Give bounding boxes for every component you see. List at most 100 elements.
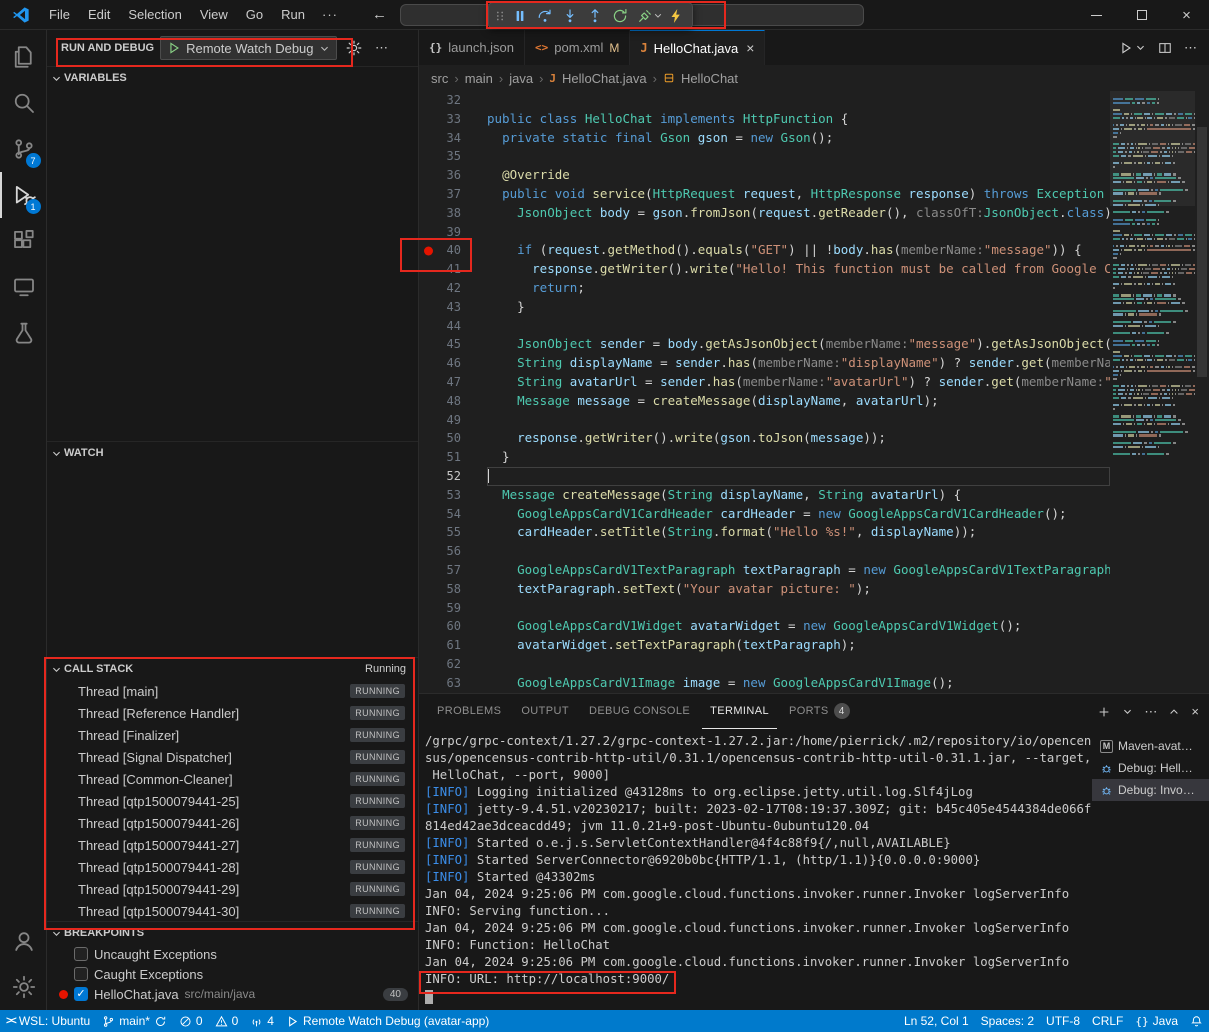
code-line-35[interactable]: 35 (419, 147, 1110, 166)
gutter-line-35[interactable]: 35 (419, 147, 487, 166)
status-4[interactable]: 4 (244, 1010, 280, 1032)
code-line-54[interactable]: 54 GoogleAppsCardV1CardHeader cardHeader… (419, 505, 1110, 524)
code-text[interactable]: JsonObject body = gson.fromJson(request.… (487, 204, 1110, 223)
callstack-section-header[interactable]: CALL STACK Running (47, 658, 418, 680)
code-line-56[interactable]: 56 (419, 542, 1110, 561)
maximize-button[interactable] (1119, 0, 1164, 30)
editor-scrollbar[interactable] (1195, 91, 1209, 693)
gutter-line-45[interactable]: 45 (419, 335, 487, 354)
code-line-46[interactable]: 46 String displayName = sender.has(membe… (419, 354, 1110, 373)
gutter-line-54[interactable]: 54 (419, 505, 487, 524)
gutter-line-46[interactable]: 46 (419, 354, 487, 373)
gutter-line-43[interactable]: 43 (419, 298, 487, 317)
terminal-list-item[interactable]: MMaven-avat… (1092, 735, 1209, 757)
code-text[interactable]: String displayName = sender.has(memberNa… (487, 354, 1110, 373)
panel-tab-ports[interactable]: PORTS4 (781, 694, 858, 729)
menu-edit[interactable]: Edit (79, 7, 119, 22)
status-0[interactable]: 0 (173, 1010, 209, 1032)
code-text[interactable]: public class HelloChat implements HttpFu… (487, 110, 1110, 129)
gutter-line-48[interactable]: 48 (419, 392, 487, 411)
gutter-line-37[interactable]: 37 (419, 185, 487, 204)
callstack-thread-row[interactable]: Thread [Common-Cleaner]RUNNING (47, 768, 418, 790)
code-line-59[interactable]: 59 (419, 599, 1110, 618)
code-line-61[interactable]: 61 avatarWidget.setTextParagraph(textPar… (419, 636, 1110, 655)
gutter-line-38[interactable]: 38 (419, 204, 487, 223)
terminal-profile-chevron-icon[interactable] (1122, 706, 1133, 717)
terminal-list-item[interactable]: Debug: Invo… (1092, 779, 1209, 801)
menu-selection[interactable]: Selection (119, 7, 190, 22)
status-wsl-ubuntu[interactable]: ><WSL: Ubuntu (0, 1010, 96, 1032)
code-text[interactable]: avatarWidget.setTextParagraph(textParagr… (487, 636, 1110, 655)
panel-tab-debug-console[interactable]: DEBUG CONSOLE (581, 694, 698, 729)
gutter-line-49[interactable]: 49 (419, 411, 487, 430)
breakpoints-section-header[interactable]: BREAKPOINTS (47, 922, 418, 944)
breakpoint-checkbox[interactable] (74, 947, 88, 961)
editor-tab-launch-json[interactable]: {}launch.json (419, 30, 525, 65)
activity-accounts[interactable] (0, 918, 47, 964)
code-text[interactable]: cardHeader.setTitle(String.format("Hello… (487, 523, 1110, 542)
callstack-thread-row[interactable]: Thread [qtp1500079441-30]RUNNING (47, 900, 418, 921)
menu-file[interactable]: File (40, 7, 79, 22)
activity-remote-explorer[interactable] (0, 264, 47, 310)
code-text[interactable]: textParagraph.setText("Your avatar pictu… (487, 580, 1110, 599)
watch-section-header[interactable]: WATCH (47, 442, 418, 464)
gutter-line-63[interactable]: 63 (419, 674, 487, 693)
breadcrumb-item[interactable]: HelloChat.java (562, 71, 647, 86)
chevron-down-icon[interactable] (653, 10, 663, 21)
status-utf-8[interactable]: UTF-8 (1040, 1010, 1086, 1032)
gutter-line-60[interactable]: 60 (419, 617, 487, 636)
split-editor-icon[interactable] (1158, 41, 1172, 55)
step-into-button[interactable] (557, 4, 582, 28)
code-lines[interactable]: 3233public class HelloChat implements Ht… (419, 91, 1110, 693)
code-line-57[interactable]: 57 GoogleAppsCardV1TextParagraph textPar… (419, 561, 1110, 580)
code-line-39[interactable]: 39 (419, 223, 1110, 242)
code-line-62[interactable]: 62 (419, 655, 1110, 674)
code-text[interactable] (487, 223, 1110, 242)
scrollbar-slider[interactable] (1197, 127, 1207, 377)
gutter-line-52[interactable]: 52 (419, 467, 487, 486)
code-line-33[interactable]: 33public class HelloChat implements Http… (419, 110, 1110, 129)
gutter-line-62[interactable]: 62 (419, 655, 487, 674)
gutter-line-42[interactable]: 42 (419, 279, 487, 298)
code-text[interactable]: Message createMessage(String displayName… (487, 486, 1110, 505)
minimap[interactable] (1110, 91, 1195, 693)
callstack-thread-row[interactable]: Thread [qtp1500079441-29]RUNNING (47, 878, 418, 900)
status-crlf[interactable]: CRLF (1086, 1010, 1129, 1032)
editor-tab-hellochat-java[interactable]: JHelloChat.java× (630, 30, 765, 65)
gutter-line-61[interactable]: 61 (419, 636, 487, 655)
code-line-53[interactable]: 53 Message createMessage(String displayN… (419, 486, 1110, 505)
code-text[interactable] (487, 599, 1110, 618)
step-out-button[interactable] (582, 4, 607, 28)
gutter-line-40[interactable]: 40 (419, 241, 487, 260)
code-text[interactable]: Message message = createMessage(displayN… (487, 392, 1110, 411)
callstack-thread-row[interactable]: Thread [Finalizer]RUNNING (47, 724, 418, 746)
gutter-line-44[interactable]: 44 (419, 317, 487, 336)
activity-testing[interactable] (0, 310, 47, 356)
code-text[interactable] (487, 317, 1110, 336)
launch-config-dropdown[interactable]: Remote Watch Debug (160, 36, 336, 60)
code-line-51[interactable]: 51 } (419, 448, 1110, 467)
callstack-thread-row[interactable]: Thread [Reference Handler]RUNNING (47, 702, 418, 724)
status-java[interactable]: {}Java (1129, 1010, 1184, 1032)
menu-run[interactable]: Run (272, 7, 314, 22)
gutter-line-59[interactable]: 59 (419, 599, 487, 618)
panel-more-actions-icon[interactable]: ⋯ (1144, 704, 1157, 720)
code-text[interactable]: if (request.getMethod().equals("GET") ||… (487, 241, 1110, 260)
status-spaces-2[interactable]: Spaces: 2 (975, 1010, 1040, 1032)
gutter-line-32[interactable]: 32 (419, 91, 487, 110)
menu-overflow[interactable]: ··· (314, 7, 346, 22)
gutter-line-56[interactable]: 56 (419, 542, 487, 561)
step-over-button[interactable] (532, 4, 557, 28)
code-text[interactable]: GoogleAppsCardV1TextParagraph textParagr… (487, 561, 1110, 580)
callstack-thread-row[interactable]: Thread [Signal Dispatcher]RUNNING (47, 746, 418, 768)
breakpoint-checkbox[interactable] (74, 967, 88, 981)
callstack-thread-row[interactable]: Thread [qtp1500079441-26]RUNNING (47, 812, 418, 834)
code-line-49[interactable]: 49 (419, 411, 1110, 430)
breadcrumb-item[interactable]: java (509, 71, 533, 86)
editor-more-actions-icon[interactable]: ⋯ (1184, 40, 1197, 56)
code-text[interactable]: return; (487, 279, 1110, 298)
code-text[interactable]: @Override (487, 166, 1110, 185)
code-text[interactable]: response.getWriter().write(gson.toJson(m… (487, 429, 1110, 448)
back-icon[interactable]: ← (372, 6, 387, 23)
activity-source-control[interactable]: 7 (0, 126, 47, 172)
